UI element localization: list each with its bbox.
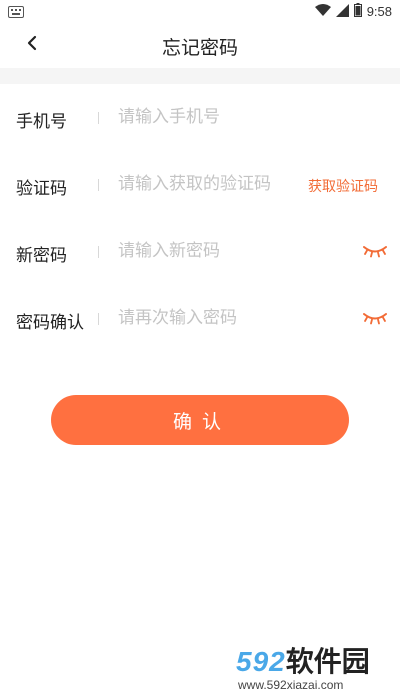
- new-password-row: 新密码: [0, 232, 400, 272]
- confirm-password-label: 密码确认: [16, 313, 84, 333]
- wifi-icon: [314, 2, 331, 21]
- watermark-url: www.592xiazai.com: [238, 678, 344, 692]
- nav-bar: 忘记密码: [0, 22, 400, 68]
- signal-icon: [335, 2, 349, 21]
- battery-icon: [353, 2, 362, 21]
- code-label: 验证码: [16, 179, 67, 199]
- watermark-text: 软件园: [285, 646, 370, 677]
- code-row: 验证码 获取验证码: [0, 165, 400, 205]
- confirm-password-row: 密码确认: [0, 299, 400, 339]
- watermark-logo: 592软件园: [236, 640, 370, 680]
- confirm-password-input[interactable]: [118, 304, 338, 332]
- keyboard-icon: [8, 3, 24, 22]
- watermark-number: 592: [236, 646, 286, 677]
- phone-label: 手机号: [16, 112, 67, 132]
- get-code-button[interactable]: 获取验证码: [308, 176, 378, 196]
- watermark: 592软件园 www.592xiazai.com: [234, 638, 396, 696]
- status-bar: 9:58: [0, 0, 400, 22]
- page-title: 忘记密码: [161, 37, 238, 59]
- new-password-label: 新密码: [16, 246, 67, 266]
- confirm-button[interactable]: 确认: [51, 395, 349, 445]
- status-time: 9:58: [366, 4, 392, 19]
- field-separator: [98, 246, 99, 258]
- eye-closed-icon[interactable]: [362, 244, 388, 260]
- code-input[interactable]: [118, 170, 296, 198]
- field-separator: [98, 112, 99, 124]
- header-divider: [0, 68, 400, 84]
- field-separator: [98, 179, 99, 191]
- phone-input[interactable]: [118, 103, 378, 131]
- phone-row: 手机号: [0, 98, 400, 138]
- new-password-input[interactable]: [118, 237, 338, 265]
- eye-closed-icon[interactable]: [362, 311, 388, 327]
- field-separator: [98, 313, 99, 325]
